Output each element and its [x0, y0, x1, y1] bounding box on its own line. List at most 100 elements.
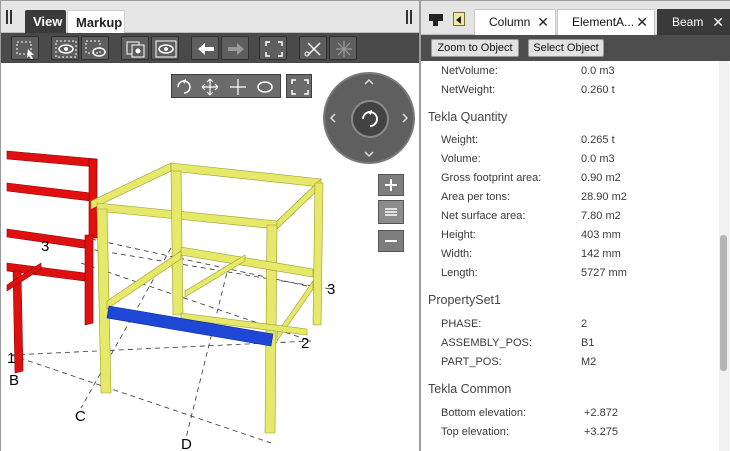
clip-box-button[interactable]: [329, 36, 357, 60]
property-value: 0.260 t: [581, 84, 615, 96]
property-row: Volume: 0.0 m3: [421, 151, 717, 170]
grid-label-2: 2: [301, 335, 309, 352]
collapse-left-handle-icon[interactable]: [6, 10, 16, 26]
scroll-tabs-left-button[interactable]: [453, 12, 465, 26]
property-key: Bottom elevation:: [441, 407, 526, 419]
property-key: Height:: [441, 229, 476, 241]
look-tool-button[interactable]: [252, 74, 281, 98]
collapse-right-handle-icon[interactable]: [406, 10, 416, 26]
property-key: Gross footprint area:: [441, 172, 542, 184]
tab-beam[interactable]: Beam ✕: [657, 9, 730, 35]
navigation-ring[interactable]: [323, 72, 415, 164]
property-row: ASSEMBLY_POS: B1: [421, 335, 717, 354]
property-row: PART_POS: M2: [421, 354, 717, 373]
orbit-tool-button[interactable]: [171, 74, 198, 98]
property-key: Area per tons:: [441, 191, 511, 203]
property-key: Top elevation:: [441, 426, 509, 438]
show-only-selected-button[interactable]: [51, 36, 79, 60]
hide-selected-button[interactable]: [81, 36, 109, 60]
zoom-slider[interactable]: [378, 200, 404, 224]
property-row: NetVolume: 0.0 m3: [421, 63, 717, 82]
tab-column[interactable]: Column ✕: [474, 9, 556, 35]
undo-button[interactable]: [191, 36, 219, 60]
property-value: +3.275: [584, 426, 618, 438]
grid-label-b: B: [9, 372, 19, 389]
scrollbar-thumb[interactable]: [720, 235, 727, 371]
isolate-button[interactable]: [151, 36, 179, 60]
navigation-orbit-center[interactable]: [351, 100, 389, 138]
property-value: 28.90 m2: [581, 191, 627, 203]
pin-panel-icon[interactable]: [427, 11, 449, 29]
property-key: Length:: [441, 267, 478, 279]
property-row: Length: 5727 mm: [421, 265, 717, 284]
tab-element-assembly[interactable]: ElementA... ✕: [557, 9, 655, 35]
zoom-out-button[interactable]: [378, 230, 404, 252]
fit-view-icon: [265, 41, 283, 57]
property-key: PHASE:: [441, 318, 482, 330]
grid-label-3-left: 3: [41, 238, 49, 255]
viewer-pane: View Markup 3 3 2 1 B C D: [1, 1, 419, 451]
tab-column-label: Column: [489, 15, 531, 29]
tab-beam-label: Beam: [672, 15, 704, 29]
grid-label-c: C: [75, 408, 86, 425]
triangle-left-icon: [456, 16, 461, 24]
property-value: 0.90 m2: [581, 172, 621, 184]
select-object-button[interactable]: Select Object: [528, 39, 604, 57]
tab-element-label: ElementA...: [572, 15, 635, 29]
property-key: Volume:: [441, 153, 481, 165]
app-window: View Markup 3 3 2 1 B C D Column ✕ Eleme…: [0, 0, 730, 451]
redo-button[interactable]: [221, 36, 249, 60]
property-key: Weight:: [441, 134, 479, 146]
property-key: Width:: [441, 248, 473, 260]
zoom-to-object-button[interactable]: Zoom to Object: [431, 39, 519, 57]
tab-markup[interactable]: Markup: [67, 10, 125, 33]
minus-icon: [385, 240, 397, 242]
property-value: 403 mm: [581, 229, 621, 241]
move-tool-button[interactable]: [225, 74, 252, 98]
eye-dashed-icon: [55, 40, 77, 58]
tab-view[interactable]: View: [25, 10, 66, 33]
section-title-tekla-quantity[interactable]: Tekla Quantity: [428, 110, 507, 124]
close-icon[interactable]: ✕: [537, 10, 549, 34]
property-value: 0.0 m3: [581, 65, 615, 77]
property-row: NetWeight: 0.260 t: [421, 82, 717, 101]
select-area-button[interactable]: [11, 36, 39, 60]
property-value: M2: [581, 356, 597, 368]
property-value: 5727 mm: [581, 267, 627, 279]
red-frame-structure[interactable]: [6, 150, 98, 374]
pan-tool-button[interactable]: [198, 74, 225, 98]
properties-tab-bar: Column ✕ ElementA... ✕ Beam ✕: [421, 1, 730, 35]
property-value: 2: [581, 318, 588, 330]
properties-scrollbar[interactable]: [719, 61, 729, 451]
property-row: Width: 142 mm: [421, 246, 717, 265]
zoom-slider-handle-icon: [385, 208, 397, 216]
property-row: Height: 403 mm: [421, 227, 717, 246]
property-value: 7.80 m2: [581, 210, 621, 222]
close-icon[interactable]: ✕: [636, 10, 648, 34]
fullscreen-icon: [291, 79, 309, 95]
model-viewport[interactable]: 3 3 2 1 B C D: [1, 63, 419, 451]
section-title-propertyset1[interactable]: PropertySet1: [428, 293, 501, 307]
close-icon[interactable]: ✕: [712, 10, 724, 34]
fullscreen-button[interactable]: [286, 74, 312, 98]
property-row: Bottom elevation: +2.872: [421, 405, 717, 424]
isolate-eye-icon: [155, 40, 177, 58]
show-all-button[interactable]: [121, 36, 149, 60]
select-area-icon: [16, 41, 34, 59]
property-key: PART_POS:: [441, 356, 502, 368]
property-row: PHASE: 2: [421, 316, 717, 335]
property-row: Weight: 0.265 t: [421, 132, 717, 151]
viewer-toolbar: [1, 33, 419, 63]
selected-assembly-frame[interactable]: [90, 162, 324, 434]
grid-label-3-right: 3: [327, 281, 335, 298]
grid-label-d: D: [181, 436, 192, 451]
section-title-tekla-common[interactable]: Tekla Common: [428, 382, 511, 396]
clip-plane-button[interactable]: [299, 36, 327, 60]
fit-view-button[interactable]: [259, 36, 287, 60]
property-row: Gross footprint area: 0.90 m2: [421, 170, 717, 189]
arrow-right-icon: [228, 43, 244, 55]
zoom-in-button[interactable]: [378, 174, 404, 196]
eye-hide-icon: [85, 40, 106, 57]
clip-cross-icon: [336, 41, 352, 57]
properties-toolbar: Zoom to Object Select Object: [421, 35, 730, 61]
